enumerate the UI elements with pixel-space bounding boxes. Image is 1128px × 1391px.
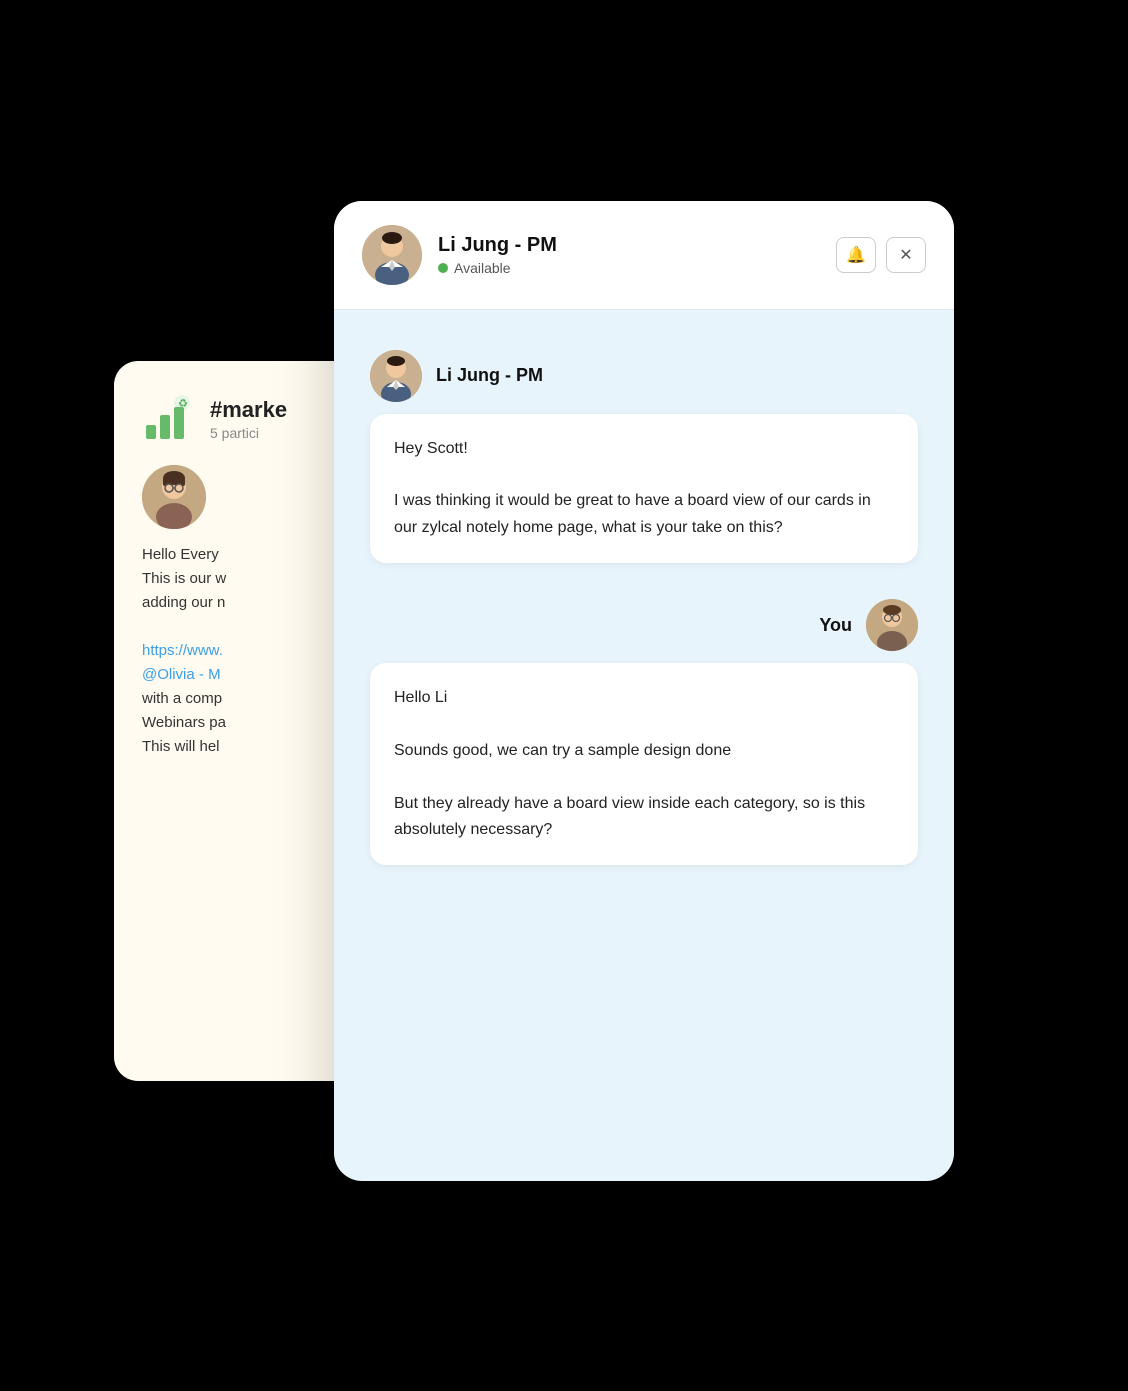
incoming-message-bubble: Hey Scott!I was thinking it would be gre… xyxy=(370,414,918,564)
channel-sender-avatar xyxy=(142,465,206,529)
scene: ♻ #marke 5 partici xyxy=(114,121,1014,1271)
outgoing-message-text: Hello LiSounds good, we can try a sample… xyxy=(394,689,865,838)
dm-status-text: Available xyxy=(454,260,511,276)
outgoing-avatar xyxy=(866,599,918,651)
outgoing-message-block: You Hello LiSounds good, we can try a sa… xyxy=(370,599,918,865)
channel-icon: ♻ xyxy=(142,393,194,445)
outgoing-sender-row: You xyxy=(819,599,918,651)
close-button[interactable]: ✕ xyxy=(886,237,926,273)
notification-button[interactable]: 🔔 xyxy=(836,237,876,273)
dm-header-info: Li Jung - PM Available xyxy=(438,234,820,276)
dm-body: Li Jung - PM Hey Scott!I was thinking it… xyxy=(334,310,954,902)
incoming-sender-name: Li Jung - PM xyxy=(436,365,543,386)
channel-info: #marke 5 partici xyxy=(210,397,287,441)
dm-status-row: Available xyxy=(438,260,820,276)
channel-participants: 5 partici xyxy=(210,425,287,441)
incoming-message-text: Hey Scott!I was thinking it would be gre… xyxy=(394,440,871,536)
channel-name: #marke xyxy=(210,397,287,423)
incoming-avatar xyxy=(370,350,422,402)
dm-contact-avatar xyxy=(362,225,422,285)
dm-contact-name: Li Jung - PM xyxy=(438,234,820,257)
outgoing-sender-name: You xyxy=(819,615,852,636)
incoming-sender-row: Li Jung - PM xyxy=(370,350,918,402)
dm-header: Li Jung - PM Available 🔔 ✕ xyxy=(334,201,954,310)
incoming-message-block: Li Jung - PM Hey Scott!I was thinking it… xyxy=(370,350,918,564)
bell-icon: 🔔 xyxy=(846,245,866,265)
status-indicator xyxy=(438,263,448,273)
dm-card: Li Jung - PM Available 🔔 ✕ xyxy=(334,201,954,1181)
dm-header-actions: 🔔 ✕ xyxy=(836,237,926,273)
close-icon: ✕ xyxy=(899,245,912,265)
outgoing-message-bubble: Hello LiSounds good, we can try a sample… xyxy=(370,663,918,865)
